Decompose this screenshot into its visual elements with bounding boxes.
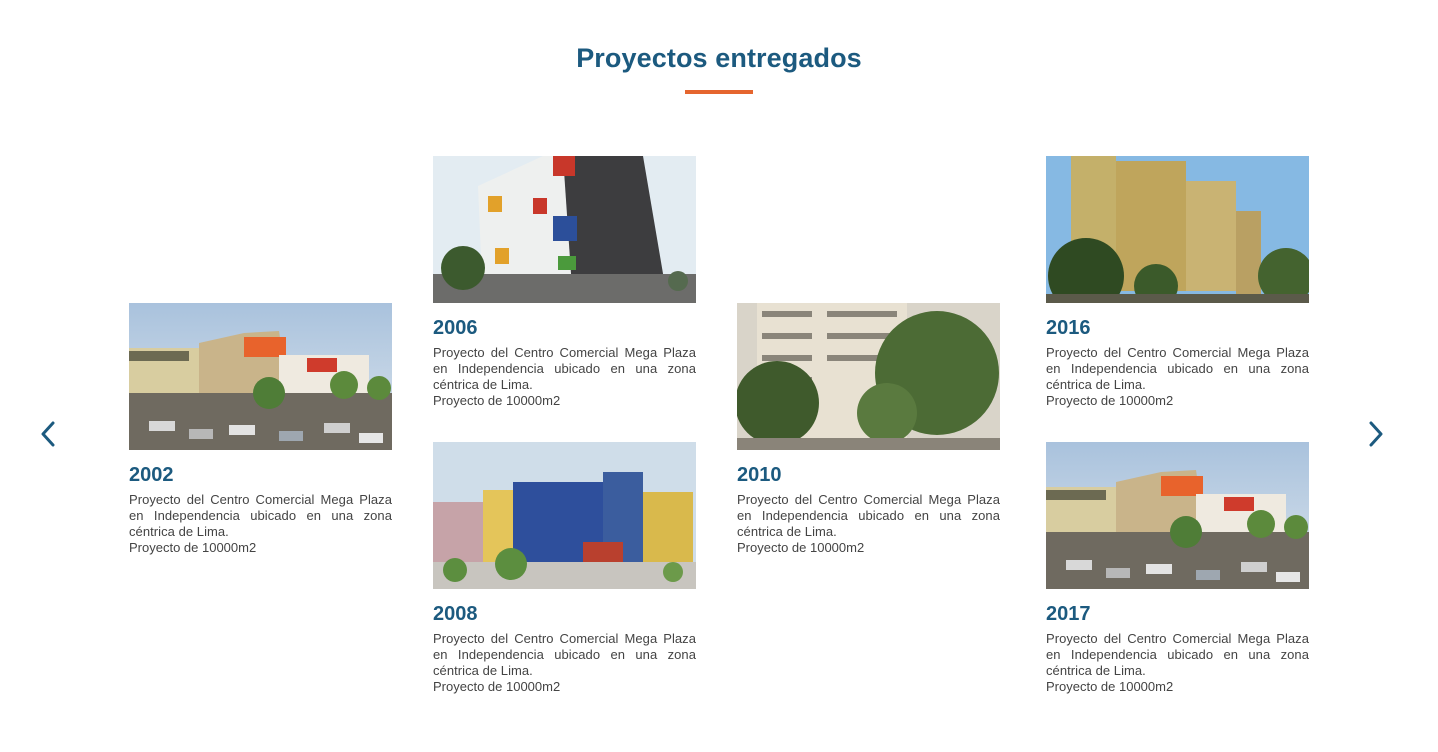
section-title: Proyectos entregados	[576, 43, 862, 73]
project-image-megaplaza[interactable]	[129, 303, 392, 450]
project-size: Proyecto de 10000m2	[129, 540, 257, 555]
project-size: Proyecto de 10000m2	[433, 679, 561, 694]
project-image-apartment-trees[interactable]	[737, 303, 1000, 450]
project-card-2008[interactable]: 2008 Proyecto del Centro Comercial Mega …	[433, 442, 696, 695]
project-year: 2010	[737, 464, 782, 486]
project-size: Proyecto de 10000m2	[433, 393, 561, 408]
project-year: 2017	[1046, 603, 1091, 625]
project-size: Proyecto de 10000m2	[1046, 679, 1174, 694]
project-size: Proyecto de 10000m2	[1046, 393, 1174, 408]
project-size: Proyecto de 10000m2	[737, 540, 865, 555]
carousel-prev-button[interactable]	[34, 420, 62, 448]
project-image-residential-tower[interactable]	[433, 156, 696, 303]
chevron-right-icon	[1369, 421, 1383, 447]
project-description: Proyecto del Centro Comercial Mega Plaza…	[433, 631, 696, 678]
project-description: Proyecto del Centro Comercial Mega Plaza…	[129, 492, 392, 539]
project-image-megaplaza[interactable]	[1046, 442, 1309, 589]
project-card-2002[interactable]: 2002 Proyecto del Centro Comercial Mega …	[129, 303, 392, 556]
project-description: Proyecto del Centro Comercial Mega Plaza…	[737, 492, 1000, 539]
project-card-2006[interactable]: 2006 Proyecto del Centro Comercial Mega …	[433, 156, 696, 409]
project-year: 2002	[129, 464, 174, 486]
project-description: Proyecto del Centro Comercial Mega Plaza…	[433, 345, 696, 392]
chevron-left-icon	[41, 421, 55, 447]
project-image-beige-towers[interactable]	[1046, 156, 1309, 303]
project-year: 2008	[433, 603, 478, 625]
project-card-2010[interactable]: 2010 Proyecto del Centro Comercial Mega …	[737, 303, 1000, 556]
carousel-next-button[interactable]	[1362, 420, 1390, 448]
project-card-2017[interactable]: 2017 Proyecto del Centro Comercial Mega …	[1046, 442, 1309, 695]
project-image-blue-buildings[interactable]	[433, 442, 696, 589]
project-description: Proyecto del Centro Comercial Mega Plaza…	[1046, 631, 1309, 678]
project-description: Proyecto del Centro Comercial Mega Plaza…	[1046, 345, 1309, 392]
title-underline	[685, 90, 753, 94]
project-year: 2006	[433, 317, 478, 339]
project-year: 2016	[1046, 317, 1091, 339]
project-card-2016[interactable]: 2016 Proyecto del Centro Comercial Mega …	[1046, 156, 1309, 409]
